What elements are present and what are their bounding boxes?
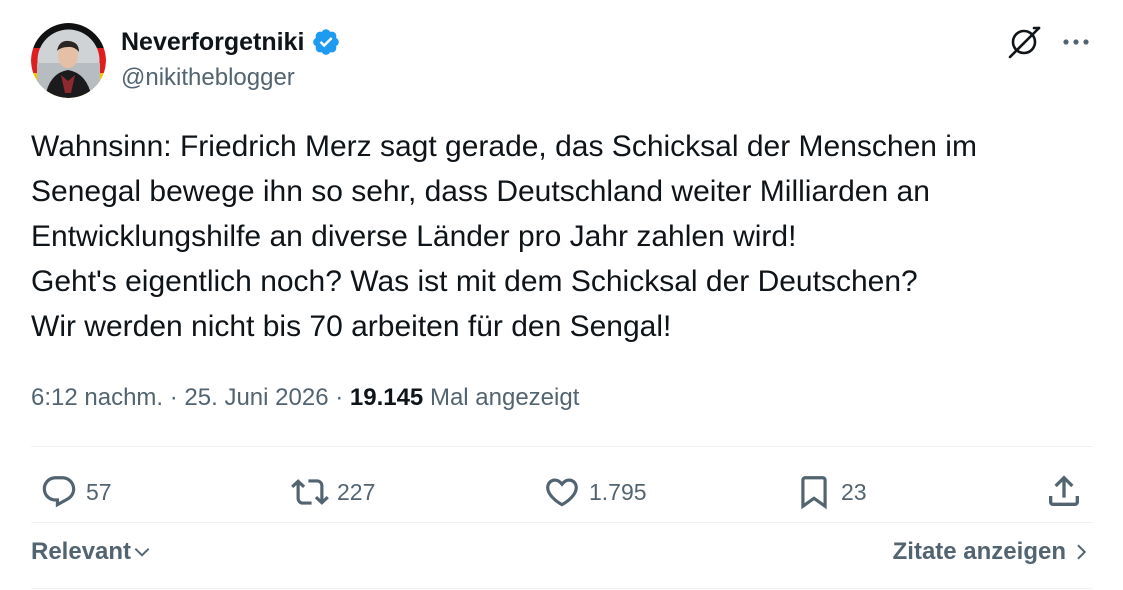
reply-icon: [42, 476, 76, 508]
repost-button[interactable]: 227: [291, 473, 375, 511]
bookmark-icon: [801, 476, 827, 510]
chevron-down-icon: [134, 548, 150, 557]
reply-count: 57: [86, 479, 112, 505]
more-icon: [1063, 39, 1089, 45]
verified-badge-icon[interactable]: [311, 27, 341, 57]
divider: [31, 522, 1093, 523]
reply-button[interactable]: 57: [40, 473, 112, 511]
avatar-image: [31, 23, 106, 98]
share-button[interactable]: [1044, 471, 1084, 511]
author-name-row: Neverforgetniki: [121, 25, 341, 59]
repost-count: 227: [337, 479, 376, 505]
like-button[interactable]: 1.795: [543, 473, 647, 511]
tweet-date[interactable]: 25. Juni 2026: [184, 384, 328, 411]
tweet-text: Wahnsinn: Friedrich Merz sagt gerade, da…: [31, 124, 1101, 349]
sort-label: Relevant: [31, 538, 132, 565]
sort-replies-dropdown[interactable]: Relevant: [31, 536, 152, 568]
heart-icon: [546, 478, 578, 507]
grok-icon: [1008, 26, 1041, 59]
quotes-label: Zitate anzeigen: [892, 538, 1066, 565]
bookmark-button[interactable]: 23: [795, 473, 867, 511]
author-handle[interactable]: @nikitheblogger: [121, 63, 295, 93]
bookmark-count: 23: [841, 479, 867, 505]
view-quotes-link[interactable]: Zitate anzeigen: [893, 536, 1090, 568]
divider: [31, 588, 1093, 589]
views-count: 19.145: [349, 384, 424, 411]
repost-icon: [291, 479, 329, 505]
tweet-line: Geht's eigentlich noch? Was ist mit dem …: [31, 265, 918, 298]
tweet-line: Wir werden nicht bis 70 arbeiten für den…: [31, 310, 672, 343]
meta-separator: ·: [163, 384, 185, 411]
avatar[interactable]: [31, 23, 106, 98]
display-name[interactable]: Neverforgetniki: [121, 25, 304, 59]
chevron-right-icon: [1077, 544, 1087, 560]
more-options-button[interactable]: [1058, 24, 1094, 60]
divider: [31, 446, 1093, 447]
tweet-time[interactable]: 6:12 nachm.: [31, 384, 163, 411]
share-icon: [1049, 475, 1079, 506]
meta-separator: ·: [328, 384, 350, 411]
views-label: Mal angezeigt: [429, 384, 580, 411]
like-count: 1.795: [589, 479, 647, 505]
grok-button[interactable]: [1006, 24, 1042, 60]
tweet-line: Wahnsinn: Friedrich Merz sagt gerade, da…: [31, 130, 977, 163]
tweet-line: Entwicklungshilfe an diverse Länder pro …: [31, 220, 797, 253]
tweet-meta: 6:12 nachm. · 25. Juni 2026 · 19.145 Mal…: [31, 382, 579, 414]
tweet-line: Senegal bewege ihn so sehr, dass Deutsch…: [31, 175, 930, 208]
